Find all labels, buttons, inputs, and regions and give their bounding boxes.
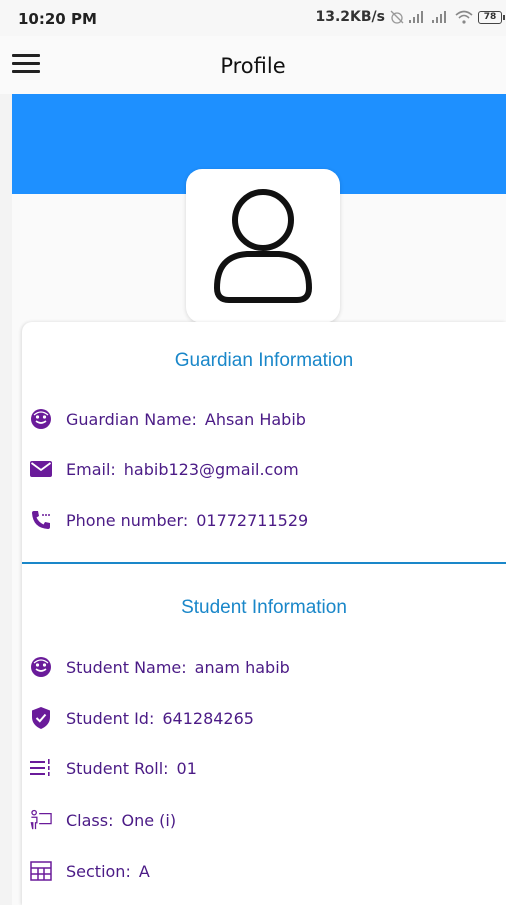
face-icon <box>30 656 52 678</box>
signal-icon-2 <box>432 11 446 23</box>
signal-icon <box>409 11 423 23</box>
section-value: A <box>138 861 150 881</box>
student-name-value: anam habib <box>194 657 290 677</box>
student-id-row: Student Id: 641284265 <box>30 705 254 731</box>
profile-info-card: Guardian Information Guardian Name: Ahsa… <box>22 322 506 905</box>
student-roll-value: 01 <box>176 758 197 778</box>
avatar[interactable] <box>186 169 340 323</box>
student-roll-label: Student Roll: <box>66 758 169 778</box>
person-icon <box>214 189 312 303</box>
student-roll-row: Student Roll: 01 <box>30 755 197 781</box>
classroom-icon <box>30 809 52 831</box>
section-divider <box>22 562 506 564</box>
battery-icon: 78 <box>478 10 505 24</box>
student-name-row: Student Name: anam habib <box>30 654 290 680</box>
face-icon <box>30 408 52 430</box>
email-label: Email: <box>66 459 116 479</box>
mail-icon <box>30 458 52 480</box>
app-bar: Profile <box>0 36 506 94</box>
guardian-email-row: Email: habib123@gmail.com <box>30 456 299 482</box>
list-numbered-icon <box>30 757 52 779</box>
student-id-label: Student Id: <box>66 708 155 728</box>
phone-label: Phone number: <box>66 510 189 530</box>
phone-value[interactable]: 01772711529 <box>196 511 308 530</box>
battery-level: 78 <box>483 12 497 22</box>
student-name-label: Student Name: <box>66 657 187 677</box>
student-section-title: Student Information <box>181 597 347 618</box>
status-bar: 10:20 PM 13.2KB/s 78 <box>0 0 506 36</box>
student-id-value: 641284265 <box>162 708 254 728</box>
class-value: One (i) <box>121 810 177 830</box>
phone-icon <box>30 509 52 531</box>
shield-check-icon <box>30 707 52 729</box>
class-label: Class: <box>66 810 114 830</box>
wifi-icon <box>455 10 473 24</box>
guardian-name-row: Guardian Name: Ahsan Habib <box>30 406 306 432</box>
net-speed: 13.2KB/s <box>315 9 385 25</box>
page-title: Profile <box>220 54 286 78</box>
guardian-name-value: Ahsan Habib <box>204 409 306 429</box>
alarm-off-icon <box>390 10 404 24</box>
section-label: Section: <box>66 861 131 881</box>
status-time: 10:20 PM <box>18 10 97 28</box>
class-row: Class: One (i) <box>30 807 176 833</box>
guardian-phone-row: Phone number: 01772711529 <box>30 507 308 533</box>
guardian-name-label: Guardian Name: <box>66 409 197 429</box>
guardian-section-title: Guardian Information <box>174 350 354 371</box>
status-indicators: 13.2KB/s 78 <box>315 9 505 25</box>
email-value[interactable]: habib123@gmail.com <box>124 460 299 479</box>
section-row: Section: A <box>30 858 150 884</box>
table-grid-icon <box>30 860 52 882</box>
